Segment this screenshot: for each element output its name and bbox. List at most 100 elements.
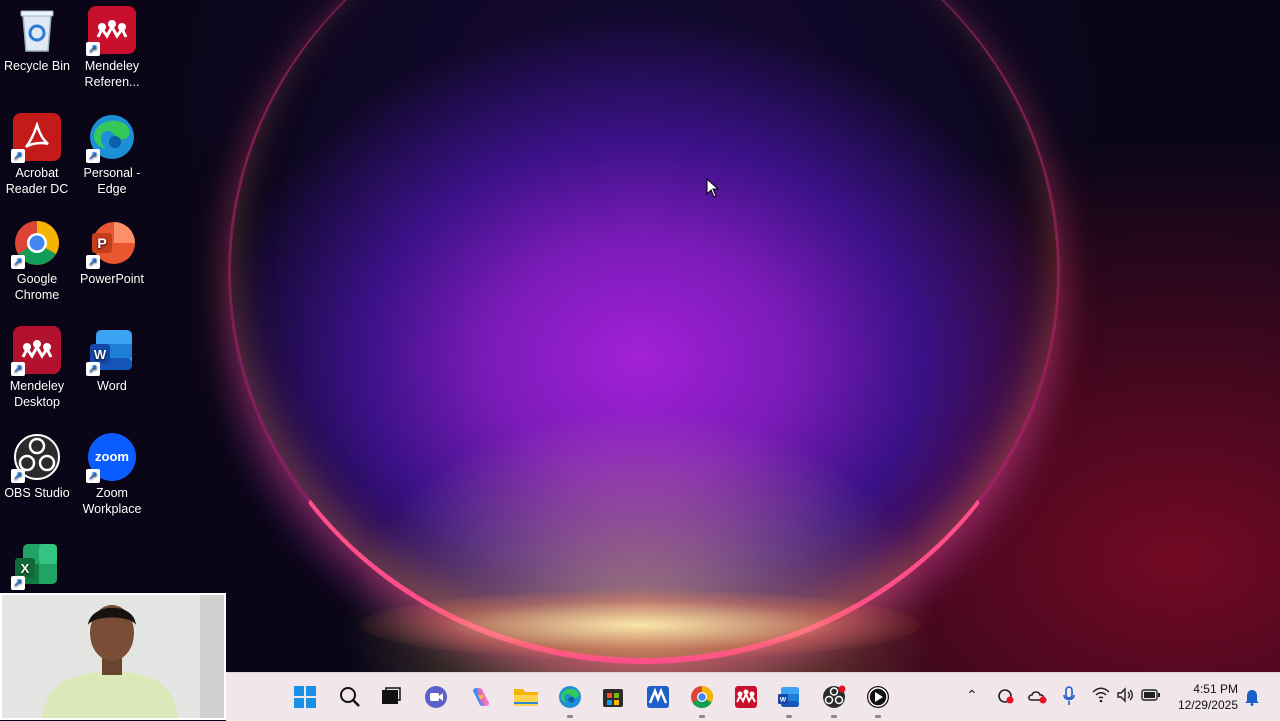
desktop-icon-acrobat[interactable]: ↗ Acrobat Reader DC — [0, 107, 74, 197]
shortcut-arrow-icon: ↗ — [11, 469, 25, 483]
edge-icon — [559, 686, 581, 708]
shortcut-arrow-icon: ↗ — [11, 362, 25, 376]
tray-network-button[interactable] — [1092, 687, 1110, 706]
mendeley-icon: ↗ — [11, 326, 61, 376]
shortcut-arrow-icon: ↗ — [11, 576, 25, 590]
desktop-icon-label: Personal - Edge — [83, 166, 141, 196]
desktop-icon-label: Acrobat Reader DC — [5, 166, 69, 196]
shortcut-arrow-icon: ↗ — [86, 469, 100, 483]
svg-text:W: W — [780, 697, 787, 704]
desktop-icon-mendeley-reference[interactable]: ↗ Mendeley Referen... — [75, 0, 149, 90]
desktop-icon-zoom[interactable]: zoom ↗ Zoom Workplace — [75, 427, 149, 517]
search-icon — [340, 687, 360, 707]
desktop-icon-recycle-bin[interactable]: Recycle Bin — [0, 0, 74, 74]
acrobat-icon: ↗ — [11, 113, 61, 163]
powerpoint-icon: P ↗ — [86, 219, 136, 269]
file-explorer-icon — [514, 689, 538, 706]
task-view-icon — [382, 687, 401, 704]
teams-meet-button[interactable] — [420, 681, 452, 713]
zoom-icon: zoom ↗ — [86, 433, 136, 483]
running-indicator — [567, 715, 573, 718]
svg-text:P: P — [97, 235, 106, 251]
desktop-icon-word[interactable]: W ↗ Word — [75, 320, 149, 394]
obs-icon — [823, 685, 846, 708]
copilot-button[interactable] — [465, 681, 497, 713]
mendeley-icon: ↗ — [86, 6, 136, 56]
recycle-bin-icon — [13, 6, 61, 54]
mendeley-web-button[interactable] — [642, 681, 674, 713]
shortcut-arrow-icon: ↗ — [86, 42, 100, 56]
tray-volume-button[interactable] — [1116, 687, 1134, 706]
copilot-icon — [473, 688, 489, 706]
edge-icon: ↗ — [86, 113, 136, 163]
excel-icon: X ↗ — [11, 540, 61, 590]
person-video-feed — [2, 595, 224, 718]
obs-icon: ↗ — [11, 433, 61, 483]
mendeley-web-icon — [647, 686, 669, 708]
running-indicator — [699, 715, 705, 718]
tray-sync-button[interactable] — [996, 687, 1014, 708]
shortcut-arrow-icon: ↗ — [86, 149, 100, 163]
tray-battery-button[interactable] — [1141, 688, 1161, 705]
clock-time: 4:51 PM — [1193, 682, 1238, 696]
desktop-icon-label: Mendeley Desktop — [9, 379, 65, 409]
word-icon: W ↗ — [86, 326, 136, 376]
clock-button[interactable]: 4:51 PM 12/29/2025 — [1178, 681, 1238, 713]
svg-text:X: X — [21, 561, 30, 576]
media-player-button[interactable] — [862, 681, 894, 718]
desktop-icon-label: Recycle Bin — [4, 59, 70, 73]
desktop-icon-label: PowerPoint — [80, 272, 144, 286]
clock-date: 12/29/2025 — [1177, 698, 1238, 712]
shortcut-arrow-icon: ↗ — [11, 149, 25, 163]
battery-icon — [1141, 689, 1160, 701]
tray-onedrive-button[interactable] — [1028, 687, 1048, 708]
chrome-icon — [691, 686, 713, 708]
start-button[interactable] — [289, 681, 321, 713]
task-view-button[interactable] — [375, 681, 407, 713]
tray-microphone-button[interactable] — [1062, 686, 1076, 709]
webcam-overlay — [0, 593, 226, 720]
store-icon — [603, 689, 623, 707]
desktop-icon-mendeley-desktop[interactable]: ↗ Mendeley Desktop — [0, 320, 74, 410]
desktop-icon-label: Zoom Workplace — [82, 486, 142, 516]
volume-icon — [1117, 687, 1133, 703]
sync-icon — [998, 689, 1014, 704]
bell-icon — [1245, 690, 1259, 706]
desktop-icon-label: OBS Studio — [4, 486, 70, 500]
word-taskbar-button[interactable]: W — [773, 681, 805, 718]
mendeley-taskbar-button[interactable] — [730, 681, 762, 713]
chrome-taskbar-button[interactable] — [686, 681, 718, 718]
windows-start-icon — [294, 686, 316, 708]
desktop-icon-edge[interactable]: ↗ Personal - Edge — [75, 107, 149, 197]
notifications-button[interactable] — [1244, 688, 1260, 709]
mendeley-icon — [735, 686, 757, 708]
desktop-icon-excel[interactable]: X ↗ — [0, 534, 74, 592]
onedrive-icon — [1028, 691, 1047, 704]
obs-taskbar-button[interactable] — [818, 681, 850, 718]
taskbar: W ⌃ 4:51 PM 12/29/2025 — [226, 672, 1280, 721]
shortcut-arrow-icon: ↗ — [86, 255, 100, 269]
chrome-icon: ↗ — [11, 219, 61, 269]
running-indicator — [875, 715, 881, 718]
shortcut-arrow-icon: ↗ — [11, 255, 25, 269]
desktop-icon-label: Mendeley Referen... — [84, 59, 140, 89]
shortcut-arrow-icon: ↗ — [86, 362, 100, 376]
desktop-icon-chrome[interactable]: ↗ Google Chrome — [0, 213, 74, 303]
wallpaper-glow — [360, 590, 920, 660]
media-player-icon — [867, 686, 889, 708]
svg-text:W: W — [94, 347, 107, 362]
chevron-up-icon: ⌃ — [966, 687, 978, 703]
running-indicator — [831, 715, 837, 718]
desktop-icon-obs[interactable]: ↗ OBS Studio — [0, 427, 74, 501]
desktop-icon-label: Google Chrome — [14, 272, 60, 302]
mouse-cursor — [706, 177, 720, 203]
store-button[interactable] — [597, 681, 629, 713]
microphone-icon — [1063, 686, 1075, 705]
desktop-icon-label: Word — [97, 379, 127, 393]
search-button[interactable] — [334, 681, 366, 713]
desktop-icon-powerpoint[interactable]: P ↗ PowerPoint — [75, 213, 149, 287]
file-explorer-button[interactable] — [510, 681, 542, 713]
wifi-icon — [1092, 687, 1110, 703]
edge-taskbar-button[interactable] — [554, 681, 586, 718]
show-hidden-icons-button[interactable]: ⌃ — [966, 687, 978, 704]
